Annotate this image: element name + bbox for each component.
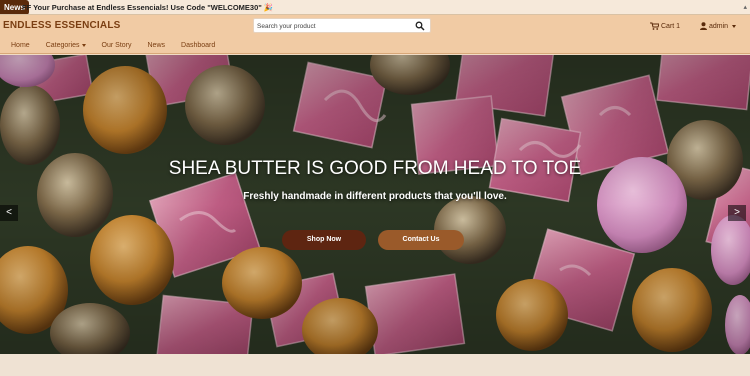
brand-logo[interactable]: ENDLESS ESSENCIALS (3, 20, 121, 31)
nav-item-our-story[interactable]: Our Story (102, 42, 132, 49)
nav-item-news[interactable]: News (148, 42, 166, 49)
news-ticker: News FF Your Purchase at Endless Essenci… (0, 0, 750, 15)
cart-link[interactable]: Cart 1 (650, 22, 680, 30)
hero-subtitle: Freshly handmade in different products t… (243, 191, 507, 202)
ticker-collapse-icon[interactable]: ▴ (743, 0, 747, 14)
search-input[interactable] (257, 21, 407, 32)
hero-carousel: SHEA BUTTER IS GOOD FROM HEAD TO TOE Fre… (0, 55, 750, 354)
carousel-prev-arrow-icon[interactable]: < (0, 205, 18, 221)
nav-item-label: News (147, 42, 166, 49)
nav-item-label: Dashboard (181, 42, 216, 49)
user-menu[interactable]: admin (700, 22, 737, 30)
nav-item-dashboard[interactable]: Dashboard (181, 42, 215, 49)
nav-item-home[interactable]: Home (11, 42, 30, 49)
shop-now-button[interactable]: Shop Now (282, 230, 366, 250)
user-icon (700, 22, 707, 30)
page-bottom-strip (0, 354, 750, 376)
site-header: ENDLESS ESSENCIALS Cart 1 admin Home Cat… (0, 15, 750, 54)
main-nav: Home Categories Our Story News Dashboard (11, 42, 231, 49)
carousel-next-arrow-icon[interactable]: > (728, 205, 746, 221)
hero-background-image (0, 55, 750, 354)
nav-item-categories[interactable]: Categories (46, 42, 86, 49)
cart-label: Cart 1 (661, 22, 681, 30)
news-ticker-text[interactable]: FF Your Purchase at Endless Essencials! … (22, 0, 273, 14)
search-icon[interactable] (415, 21, 425, 31)
chevron-down-icon (732, 24, 737, 28)
cart-icon (650, 22, 659, 30)
user-label: admin (709, 22, 729, 30)
chevron-down-icon (81, 44, 86, 47)
hero-title: SHEA BUTTER IS GOOD FROM HEAD TO TOE (168, 158, 582, 179)
contact-us-button[interactable]: Contact Us (378, 230, 464, 250)
search-bar (253, 18, 431, 33)
nav-item-label: Our Story (101, 42, 132, 49)
nav-item-label: Categories (45, 42, 80, 49)
nav-item-label: Home (11, 42, 30, 49)
